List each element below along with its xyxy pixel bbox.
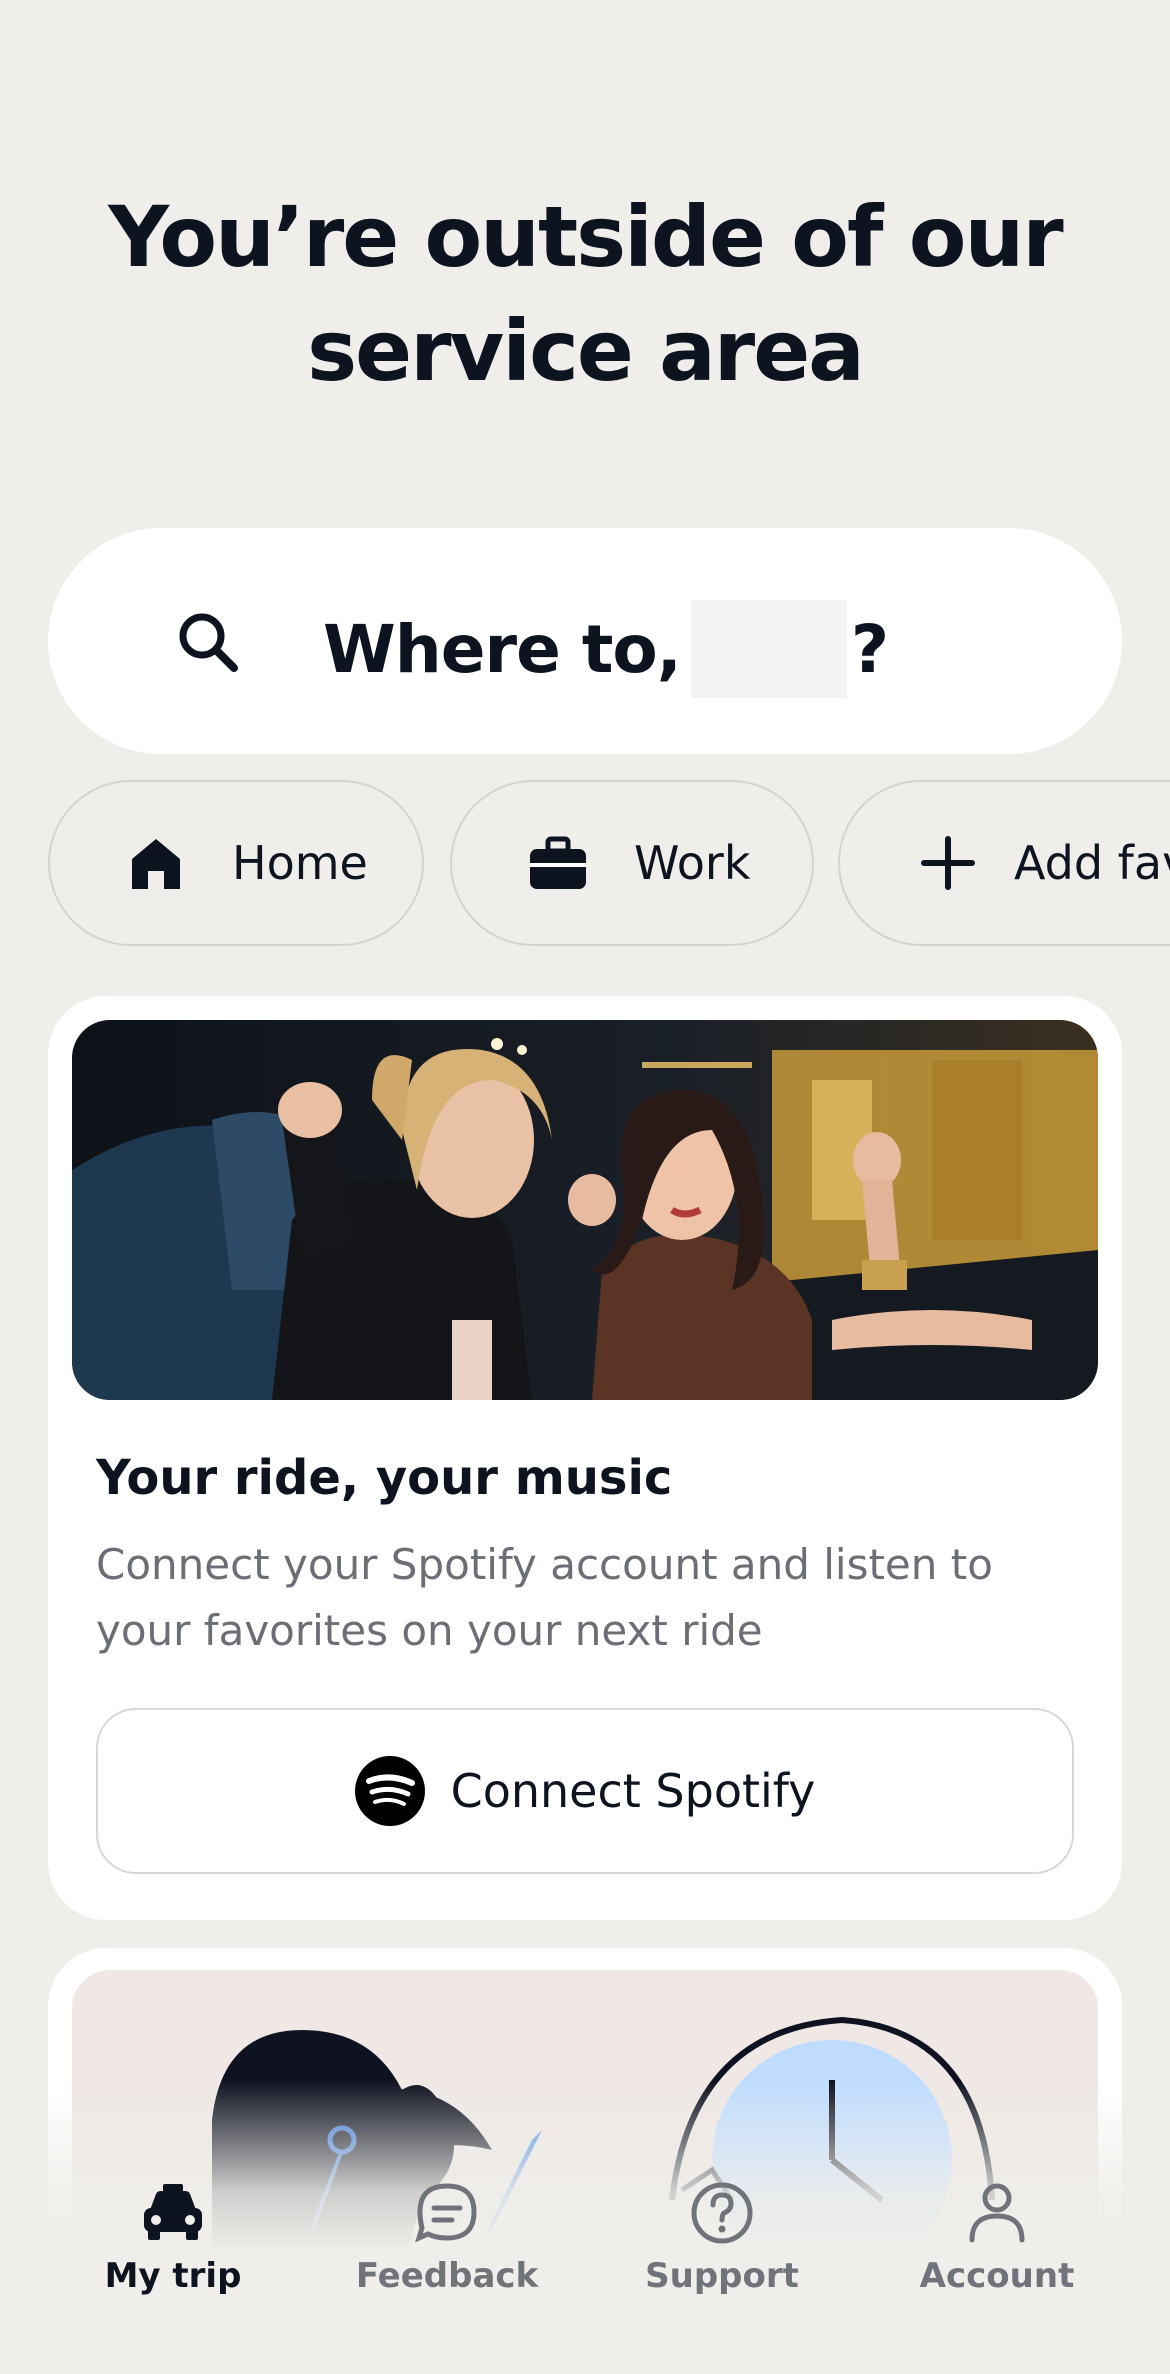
- connect-spotify-button[interactable]: Connect Spotify: [96, 1708, 1074, 1874]
- home-icon: [132, 839, 180, 889]
- chat-icon: [415, 2183, 477, 2243]
- search-prompt-text: Where to,: [323, 610, 682, 688]
- tab-my-trip-label: My trip: [104, 2256, 242, 2296]
- tab-account-label: Account: [919, 2256, 1075, 2296]
- promo-description: Connect your Spotify account and listen …: [96, 1540, 993, 1655]
- search-icon: [179, 613, 238, 672]
- search-prompt: Where to, ?: [323, 600, 889, 698]
- tab-feedback[interactable]: Feedback: [327, 2180, 567, 2296]
- spotify-icon: [354, 1756, 425, 1826]
- help-icon: [691, 2182, 753, 2244]
- chip-work-label: Work: [634, 836, 751, 890]
- page-title-line-1: You’re outside of our: [108, 188, 1063, 286]
- promo-photo: [72, 1020, 1098, 1400]
- chip-home[interactable]: Home: [48, 780, 424, 946]
- promo-title: Your ride, your music: [96, 1450, 673, 1506]
- chip-work[interactable]: Work: [450, 780, 814, 946]
- chip-add-favorite[interactable]: Add fav: [838, 780, 1170, 946]
- bottom-tab-bar: My trip Feedback Support Account: [0, 2080, 1170, 2374]
- connect-spotify-label: Connect Spotify: [450, 1764, 816, 1818]
- tab-support[interactable]: Support: [602, 2180, 842, 2296]
- chip-home-label: Home: [232, 836, 368, 890]
- page-title: You’re outside of our service area: [0, 180, 1170, 408]
- where-to-search-bar[interactable]: Where to, ?: [48, 528, 1122, 754]
- redacted-user-name: [690, 600, 847, 698]
- chip-add-favorite-label: Add fav: [1014, 836, 1170, 890]
- spotify-promo-card: Your ride, your music Connect your Spoti…: [48, 996, 1122, 1920]
- tab-account[interactable]: Account: [877, 2180, 1117, 2296]
- search-prompt-suffix: ?: [850, 610, 889, 688]
- favorites-row: Home Work Add fav: [48, 780, 1170, 948]
- tab-support-label: Support: [645, 2256, 799, 2296]
- page-title-line-2: service area: [307, 302, 865, 400]
- tab-my-trip[interactable]: My trip: [53, 2180, 293, 2296]
- car-icon: [144, 2184, 202, 2240]
- plus-icon: [921, 836, 975, 890]
- person-icon: [969, 2183, 1025, 2243]
- briefcase-icon: [530, 836, 586, 889]
- tab-feedback-label: Feedback: [355, 2256, 539, 2296]
